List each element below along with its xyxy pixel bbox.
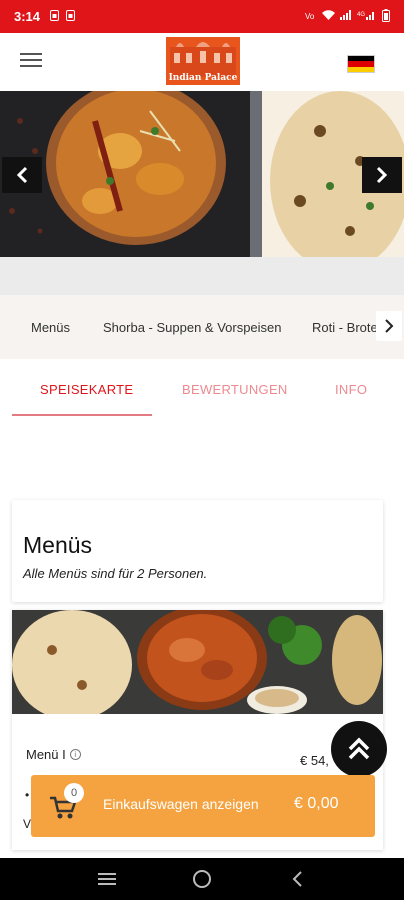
- battery-icon: [382, 8, 390, 25]
- status-bar: 3:14 Vo 4G: [0, 0, 404, 33]
- double-chevron-up-icon: [348, 737, 370, 760]
- chevron-left-icon: [16, 166, 28, 184]
- system-nav-bar: [0, 858, 404, 900]
- info-icon[interactable]: i: [69, 749, 81, 760]
- category-item-roti[interactable]: Roti - Brote: [312, 320, 378, 335]
- view-cart-button[interactable]: 0 Einkaufswagen anzeigen € 0,00: [31, 775, 375, 837]
- chevron-right-icon: [376, 166, 388, 184]
- cart-total: € 0,00: [294, 795, 339, 812]
- germany-flag-icon[interactable]: [347, 55, 375, 73]
- hero-food-image: [0, 91, 404, 257]
- palace-logo-icon[interactable]: Indian Palace: [166, 37, 240, 85]
- category-scroll-right-button[interactable]: [376, 311, 402, 341]
- product-name: Menü I: [26, 747, 66, 762]
- product-price: € 54,: [300, 753, 329, 768]
- status-icons-right: Vo 4G: [305, 8, 390, 25]
- section-subtitle: Alle Menüs sind für 2 Personen.: [23, 566, 208, 581]
- sim-icon: [66, 9, 76, 24]
- 4g-signal-icon: 4G: [357, 10, 377, 23]
- cart-label: Einkaufswagen anzeigen: [103, 796, 259, 812]
- hero-spacer: [0, 257, 404, 295]
- svg-text:Vo: Vo: [305, 12, 315, 20]
- tab-bewertungen[interactable]: BEWERTUNGEN: [182, 382, 288, 397]
- recent-apps-icon[interactable]: [95, 867, 119, 891]
- status-time: 3:14: [14, 9, 41, 24]
- active-tab-indicator: [12, 414, 152, 416]
- back-icon[interactable]: [285, 867, 309, 891]
- scroll-to-top-button[interactable]: [331, 721, 387, 777]
- category-item-shorba[interactable]: Shorba - Suppen & Vorspeisen: [103, 320, 282, 335]
- chevron-right-icon: [385, 319, 394, 333]
- slider-prev-button[interactable]: [2, 157, 42, 193]
- tab-bar: SPEISEKARTE BEWERTUNGEN INFO: [0, 365, 404, 417]
- tab-info[interactable]: INFO: [335, 382, 367, 397]
- product-name-row: Menü I i: [26, 747, 81, 762]
- product-description-fragment: V: [23, 817, 32, 831]
- hero-slider: [0, 91, 404, 257]
- section-header-card: Menüs Alle Menüs sind für 2 Personen.: [12, 500, 383, 602]
- category-nav: Menüs Shorba - Suppen & Vorspeisen Roti …: [0, 295, 404, 359]
- signal-icon: [340, 10, 352, 23]
- vowifi-icon: Vo: [305, 10, 317, 23]
- section-title: Menüs: [23, 532, 93, 558]
- sim-icon: [50, 9, 60, 24]
- logo-text: Indian Palace: [168, 73, 238, 83]
- category-item-menus[interactable]: Menüs: [31, 320, 70, 335]
- wifi-icon: [322, 10, 335, 23]
- home-icon[interactable]: [190, 867, 214, 891]
- product-image: [12, 610, 383, 714]
- svg-text:4G: 4G: [357, 12, 365, 18]
- tab-speisekarte[interactable]: SPEISEKARTE: [40, 382, 133, 397]
- cart-count-badge: 0: [64, 783, 84, 803]
- hamburger-icon[interactable]: [20, 53, 42, 71]
- app-header: Indian Palace: [0, 33, 404, 91]
- product-bullet: •: [25, 788, 30, 802]
- slider-next-button[interactable]: [362, 157, 402, 193]
